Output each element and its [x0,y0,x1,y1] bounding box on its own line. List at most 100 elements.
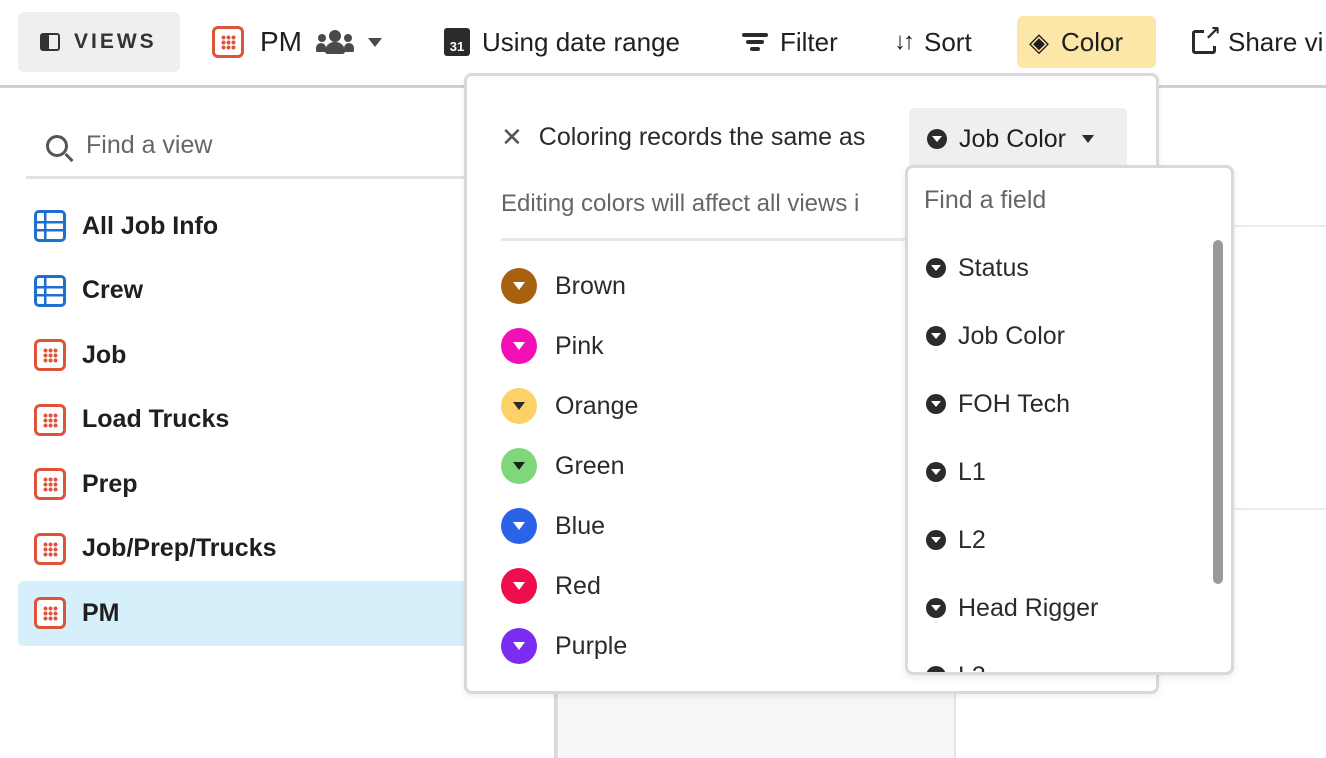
view-item-all-job-info[interactable]: All Job Info [18,194,478,259]
grid-view-icon [34,274,66,307]
share-view-button[interactable]: Share vi [1180,16,1326,68]
date-range-label: Using date range [482,26,681,57]
field-option-label: L2 [958,525,986,554]
color-option[interactable]: Blue [501,496,638,556]
field-option-label: Job Color [958,321,1065,350]
field-option[interactable]: L3 [926,642,1098,673]
color-option[interactable]: Orange [501,376,638,436]
collaborative-view-icon [316,30,354,54]
view-item-label: Job/Prep/Trucks [82,534,277,563]
color-button[interactable]: ◈ Color [1017,16,1156,68]
color-label: Color [1061,26,1124,57]
chevron-down-icon [368,37,382,47]
color-mode-heading: Coloring records the same as [538,123,866,151]
field-option-label: FOH Tech [958,389,1071,418]
single-select-field-icon [926,326,946,346]
single-select-field-icon [926,530,946,550]
single-select-field-icon [926,598,946,618]
calendar-view-icon [212,26,244,58]
color-swatch-icon[interactable] [501,508,537,544]
view-item-job-prep-trucks[interactable]: Job/Prep/Trucks [18,517,478,582]
color-swatch-icon[interactable] [501,568,537,604]
color-swatch-icon[interactable] [501,628,537,664]
color-option-list: Brown Pink Orange Green Blue Red Purple [501,256,638,676]
view-search [26,115,486,179]
filter-button[interactable]: Filter [730,16,850,68]
color-swatch-icon[interactable] [501,268,537,304]
sidebar-toggle-icon [40,33,60,51]
color-option[interactable]: Green [501,436,638,496]
color-option[interactable]: Pink [501,316,638,376]
color-option-label: Brown [555,271,626,300]
field-option-label: Status [958,253,1029,282]
field-option[interactable]: L1 [926,438,1098,506]
grid-line [1234,225,1326,227]
calendar-view-icon [34,468,66,501]
color-field-select[interactable]: Job Color [909,108,1127,170]
calendar-cell [556,690,956,758]
calendar-date-icon: 31 [444,28,470,56]
close-icon[interactable]: ✕ [501,122,523,153]
calendar-view-icon [34,532,66,565]
single-select-field-icon [926,462,946,482]
share-label: Share vi [1228,26,1324,57]
filter-label: Filter [780,26,838,57]
date-range-button[interactable]: 31 Using date range [432,16,692,68]
views-toggle-button[interactable]: VIEWS [18,12,180,72]
view-item-label: Load Trucks [82,405,230,434]
view-item-label: Crew [82,276,144,305]
divider [501,238,921,241]
view-item-load-trucks[interactable]: Load Trucks [18,388,478,453]
grid-line [1234,508,1326,510]
color-option-label: Pink [555,331,604,360]
color-option-label: Red [555,571,601,600]
field-option[interactable]: FOH Tech [926,370,1098,438]
sort-button[interactable]: ↓↑ Sort [882,16,984,68]
share-icon [1192,21,1221,54]
field-option[interactable]: Status [926,234,1098,302]
field-list: Status Job Color FOH Tech L1 L2 Head Rig… [926,234,1098,673]
color-option-label: Purple [555,631,628,660]
current-view-switcher[interactable]: PM [212,22,382,62]
view-item-job[interactable]: Job [18,323,478,388]
find-field-input[interactable] [924,186,1214,215]
color-swatch-icon[interactable] [501,328,537,364]
paint-bucket-icon: ◈ [1029,26,1049,57]
calendar-view-icon [34,403,66,436]
sort-icon: ↓↑ [894,28,915,55]
color-option[interactable]: Purple [501,616,638,676]
single-select-field-icon [926,394,946,414]
color-option[interactable]: Red [501,556,638,616]
editing-colors-note: Editing colors will affect all views i [501,190,860,217]
chevron-down-icon [1082,135,1094,143]
view-item-pm[interactable]: PM [18,581,478,646]
field-option[interactable]: L2 [926,506,1098,574]
color-option[interactable]: Brown [501,256,638,316]
grid-view-icon [34,210,66,243]
view-item-crew[interactable]: Crew [18,259,478,324]
single-select-field-icon [927,129,947,149]
color-swatch-icon[interactable] [501,388,537,424]
field-option-label: L1 [958,457,986,486]
search-icon [46,134,68,157]
find-view-input[interactable] [86,131,466,160]
view-list: All Job Info Crew Job Load Trucks Prep J… [18,194,478,646]
view-item-label: PM [82,598,120,627]
view-item-label: All Job Info [82,211,219,240]
single-select-field-icon [926,258,946,278]
field-option-label: L3 [958,662,986,673]
view-item-prep[interactable]: Prep [18,452,478,517]
field-dropdown: Status Job Color FOH Tech L1 L2 Head Rig… [905,165,1234,675]
color-swatch-icon[interactable] [501,448,537,484]
calendar-view-icon [34,339,66,372]
filter-icon [742,31,768,53]
current-view-name: PM [260,26,302,57]
sort-label: Sort [924,26,972,57]
field-option[interactable]: Job Color [926,302,1098,370]
field-option[interactable]: Head Rigger [926,574,1098,642]
single-select-field-icon [926,666,946,672]
dropdown-scrollbar[interactable] [1213,240,1223,584]
calendar-view-icon [34,597,66,630]
color-option-label: Blue [555,511,606,540]
color-option-label: Orange [555,391,639,420]
